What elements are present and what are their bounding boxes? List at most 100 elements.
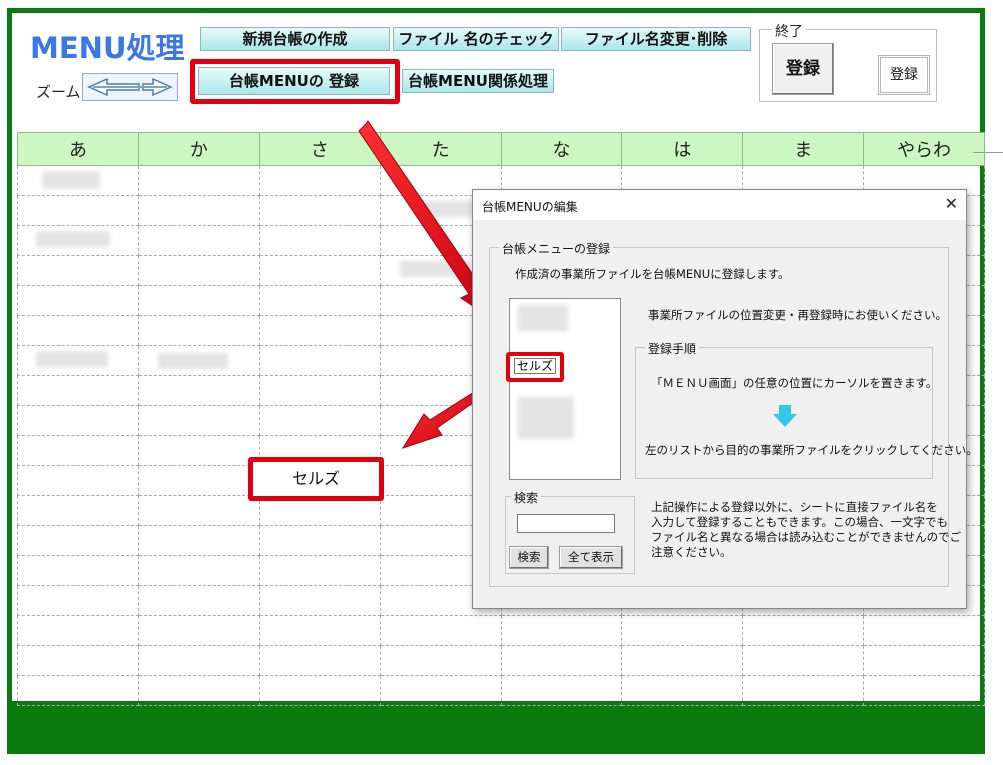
grid-cell[interactable] [137, 495, 260, 526]
highlighted-cell[interactable]: セルズ [248, 457, 384, 501]
grid-cell[interactable] [137, 225, 260, 256]
grid-cell[interactable] [17, 375, 139, 406]
grid-cell[interactable] [742, 615, 865, 646]
grid-cell[interactable] [17, 555, 139, 586]
grid-cell[interactable] [137, 375, 260, 406]
grid-cell[interactable] [742, 645, 865, 676]
table-row [17, 675, 985, 706]
grid-cell[interactable] [258, 195, 381, 226]
register-small-button[interactable]: 登録 [878, 55, 930, 95]
show-all-button[interactable]: 全て表示 [559, 546, 623, 569]
grid-cell[interactable] [258, 285, 381, 316]
blurred-entry [36, 351, 108, 367]
grid-cell[interactable] [137, 585, 260, 616]
grid-cell[interactable] [379, 615, 502, 646]
grid-cell[interactable] [258, 645, 381, 676]
column-header: か [137, 132, 260, 166]
sheet-title: MENU処理 [30, 31, 185, 65]
end-group-legend: 終了 [772, 21, 806, 41]
ledger-menu-register-button[interactable]: 台帳MENUの 登録 [198, 67, 390, 95]
note-line: 入力して登録することもできます。この場合、一文字でも [651, 515, 949, 529]
grid-cell[interactable] [137, 166, 260, 196]
list-item-selected[interactable]: セルズ [506, 352, 564, 382]
note-line: ファイル名と異なる場合は読み込むことができませんのでご [651, 530, 962, 544]
grid-cell[interactable] [137, 615, 260, 646]
grid-cell[interactable] [258, 375, 381, 406]
search-input[interactable] [517, 514, 615, 533]
grid-cell[interactable] [137, 285, 260, 316]
grid-cell[interactable] [258, 555, 381, 586]
grid-cell[interactable] [500, 615, 623, 646]
down-arrow-icon [773, 405, 797, 427]
file-rename-button[interactable]: ファイル名変更･削除 [561, 27, 751, 51]
grid-cell[interactable] [17, 675, 139, 706]
column-header: は [621, 132, 744, 166]
grid-cell[interactable] [17, 585, 139, 616]
grid-cell[interactable] [258, 345, 381, 376]
blurred-entry [36, 231, 110, 247]
search-button[interactable]: 検索 [509, 546, 549, 569]
grid-cell[interactable] [17, 405, 139, 436]
dialog-titlebar: 台帳MENUの編集 ✕ [473, 190, 966, 220]
grid-cell[interactable] [379, 645, 502, 676]
grid-cell[interactable] [258, 525, 381, 556]
note-line: 注意ください。 [651, 545, 732, 559]
ledger-menu-related-button[interactable]: 台帳MENU関係処理 [402, 69, 554, 93]
grid-cell[interactable] [137, 195, 260, 226]
grid-cell[interactable] [137, 315, 260, 346]
grid-cell[interactable] [17, 255, 139, 286]
grid-cell[interactable] [137, 555, 260, 586]
grid-cell[interactable] [17, 465, 139, 496]
grid-cell[interactable] [258, 615, 381, 646]
grid-cell[interactable] [137, 465, 260, 496]
grid-cell[interactable] [137, 525, 260, 556]
grid-cell[interactable] [863, 675, 985, 706]
grid-cell[interactable] [17, 615, 139, 646]
grid-cell[interactable] [379, 675, 502, 706]
register-button[interactable]: 登録 [772, 43, 834, 95]
grid-cell[interactable] [137, 435, 260, 466]
file-listbox[interactable] [509, 298, 621, 480]
grid-cell[interactable] [621, 615, 744, 646]
grid-cell[interactable] [17, 495, 139, 526]
blurred-entry [414, 201, 474, 217]
grid-cell[interactable] [137, 405, 260, 436]
grid-cell[interactable] [17, 435, 139, 466]
grid-cell[interactable] [137, 645, 260, 676]
search-legend: 検索 [511, 489, 542, 506]
column-header: ま [742, 132, 865, 166]
grid-cell[interactable] [742, 675, 865, 706]
ledger-menu-edit-dialog: 台帳MENUの編集 ✕ 台帳メニューの登録 作成済の事業所ファイルを台帳MENU… [472, 189, 978, 609]
grid-cell[interactable] [17, 195, 139, 226]
grid-cell[interactable] [258, 405, 381, 436]
grid-cell[interactable] [621, 675, 744, 706]
grid-cell[interactable] [258, 585, 381, 616]
grid-cell[interactable] [17, 285, 139, 316]
grid-cell[interactable] [500, 675, 623, 706]
grid-cell[interactable] [17, 645, 139, 676]
procedure-step2: 左のリストから目的の事業所ファイルをクリックしてください。 [645, 443, 978, 457]
grid-cell[interactable] [17, 525, 139, 556]
blurred-list-entry [518, 305, 568, 331]
grid-cell[interactable] [258, 315, 381, 346]
procedure-step1: 「ＭＥＮＵ画面」の任意の位置にカーソルを置きます。 [651, 376, 938, 390]
file-check-button[interactable]: ファイル 名のチェック [393, 27, 559, 51]
grid-cell[interactable] [137, 675, 260, 706]
grid-cell[interactable] [258, 675, 381, 706]
grid-cell[interactable] [258, 255, 381, 286]
grid-cell[interactable] [863, 645, 985, 676]
grid-cell[interactable] [863, 615, 985, 646]
column-header: やらわ [863, 132, 985, 166]
blurred-entry [400, 261, 470, 277]
grid-cell[interactable] [500, 645, 623, 676]
grid-cell[interactable] [258, 225, 381, 256]
new-ledger-button[interactable]: 新規台帳の作成 [200, 27, 390, 51]
close-icon[interactable]: ✕ [945, 194, 958, 213]
grid-cell[interactable] [137, 255, 260, 286]
grid-cell[interactable] [258, 166, 381, 196]
register-group-legend: 台帳メニューの登録 [499, 240, 614, 257]
zoom-button[interactable] [82, 73, 178, 101]
grid-cell[interactable] [621, 645, 744, 676]
grid-cell[interactable] [17, 315, 139, 346]
procedure-legend: 登録手順 [645, 340, 700, 357]
